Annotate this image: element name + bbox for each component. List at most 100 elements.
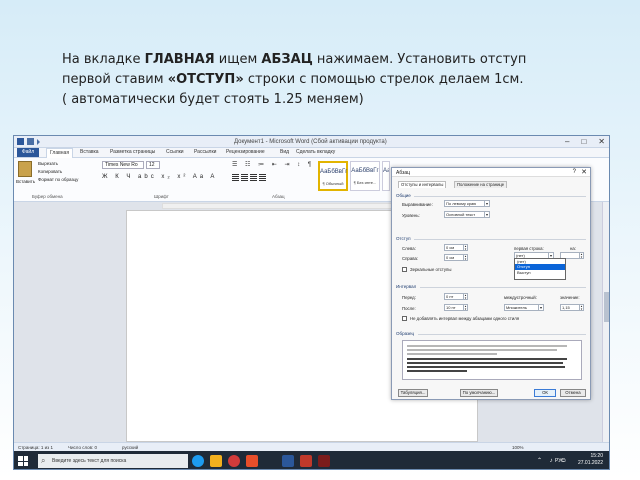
indent-left-label: Слева: [402,246,416,251]
status-zoom[interactable]: 100% [512,445,524,450]
tab-line-page-breaks[interactable]: Положение на странице [454,181,508,188]
spin-arrows-icon[interactable]: ▴ ▾ [579,253,583,258]
font-format-buttons[interactable]: Ж К Ч abc x₂ x² Aa A [102,174,217,180]
dialog-close-button[interactable]: ✕ [581,168,587,176]
cancel-button[interactable]: Отмена [560,389,586,397]
spacing-after-input[interactable]: 10 пт ▴ ▾ [444,304,468,311]
set-default-button[interactable]: По умолчанию... [460,389,498,397]
taskbar-search-input[interactable]: Введите здесь текст для поиска [38,454,188,468]
first-line-on-label: на: [570,246,576,251]
tab-page-layout[interactable]: Разметка страницы [110,149,155,155]
status-page[interactable]: Страница: 1 из 1 [18,445,53,450]
style-sample: АаБ [383,168,389,174]
font-size-select[interactable]: 12 [146,161,160,169]
preview-line [407,370,467,372]
no-space-same-style-label: Не добавлять интервал между абзацами одн… [410,316,520,321]
no-space-same-style-checkbox[interactable] [402,316,407,321]
indent-left-value: 0 см [446,245,455,250]
align-center-icon[interactable] [241,174,248,181]
close-window-button[interactable]: ✕ [598,137,605,146]
divider [414,196,586,197]
tab-references[interactable]: Ссылки [166,149,184,155]
status-language[interactable]: русский [122,445,138,450]
instruction-fragment: ищем [214,52,262,67]
paste-button[interactable]: Вставить [16,179,35,184]
align-justify-icon[interactable] [259,174,266,181]
alignment-select[interactable]: По левому краю ▾ [444,200,490,207]
spin-arrows-icon[interactable]: ▴ ▾ [579,305,583,310]
dialog-title-bar: Абзац ? ✕ [392,168,590,177]
align-right-icon[interactable] [250,174,257,181]
tabs-button[interactable]: Табуляция... [398,389,428,397]
mirror-indents-checkbox[interactable] [402,267,407,272]
indent-left-input[interactable]: 0 см ▴ ▾ [444,244,468,251]
style-normal[interactable]: АаБбВвГг ¶ Обычный [318,161,348,191]
spacing-before-label: Перед: [402,295,416,300]
spacing-after-label: После: [402,306,416,311]
tab-indents-spacing[interactable]: Отступы и интервалы [398,181,447,188]
instruction-fragment: первой ставим [62,72,168,87]
style-name: ¶ Без инте... [353,180,377,185]
instruction-text: На вкладке ГЛАВНАЯ ищем АБЗАЦ нажимаем. … [62,50,622,110]
dropdown-option[interactable]: Выступ [515,270,565,275]
tab-file[interactable]: Файл [17,148,39,157]
align-left-icon[interactable] [232,174,239,181]
spacing-before-value: 0 пт [446,294,454,299]
indent-right-input[interactable]: 0 см ▴ ▾ [444,254,468,261]
indent-section: Отступ [396,236,411,241]
help-icon[interactable]: ? [573,169,576,175]
spin-arrows-icon[interactable]: ▴ ▾ [463,294,467,299]
ok-button[interactable]: ОК [534,389,556,397]
spin-arrows-icon[interactable]: ▴ ▾ [463,255,467,260]
status-bar: Страница: 1 из 1 Число слов: 0 русский 1… [14,442,609,451]
explorer-icon[interactable] [210,455,222,467]
format-painter-button[interactable]: Формат по образцу [38,177,78,182]
tab-insert[interactable]: Вставка [80,149,99,155]
spacing-before-input[interactable]: 0 пт ▴ ▾ [444,293,468,300]
spin-arrows-icon[interactable]: ▴ ▾ [463,305,467,310]
yandex-icon[interactable] [228,455,240,467]
cut-button[interactable]: Вырезать [38,161,58,166]
status-words[interactable]: Число слов: 0 [68,445,97,450]
tab-view[interactable]: Вид [280,149,289,155]
maximize-button[interactable]: □ [581,137,586,146]
tab-custom[interactable]: Сделать вкладку [296,149,335,155]
paragraph-dialog: Абзац ? ✕ Отступы и интервалы Положение … [391,167,591,400]
edge-icon[interactable] [192,455,204,467]
undo-icon[interactable] [37,138,40,145]
style-sample: АаБбВвГг [351,168,379,174]
first-line-dropdown-list[interactable]: (нет) Отступ Выступ [514,258,566,280]
alignment-value: По левому краю [446,201,477,206]
chevron-down-icon: ▾ [538,305,542,310]
outline-level-select[interactable]: Основной текст ▾ [444,211,490,218]
alignment-buttons[interactable] [232,174,266,181]
tray-clock[interactable]: 15:20 27.01.2022 [578,453,603,467]
save-icon[interactable] [27,138,34,145]
vertical-scrollbar[interactable] [602,202,609,442]
line-spacing-at-input[interactable]: 1,15 ▴ ▾ [560,304,584,311]
mail-icon[interactable] [246,455,258,467]
copy-button[interactable]: Копировать [38,169,62,174]
style-heading[interactable]: АаБ [382,161,390,191]
list-buttons[interactable]: ☰ ☷ ≔ ⇤ ⇥ ↕ ¶ [232,161,314,168]
style-no-spacing[interactable]: АаБбВвГг ¶ Без инте... [350,161,380,191]
app-icon[interactable] [318,455,330,467]
spin-arrows-icon[interactable]: ▴ ▾ [463,245,467,250]
title-bar: Документ1 - Microsoft Word (Сбой активац… [14,136,609,148]
tab-mailings[interactable]: Рассылки [194,149,216,155]
level-value: Основной текст [446,212,476,217]
tab-review[interactable]: Рецензирование [226,149,265,155]
tray-language[interactable]: РУС [555,458,565,464]
windows-start-icon[interactable] [18,456,28,466]
font-name-select[interactable]: Times New Ro [102,161,144,169]
tab-home[interactable]: Главная [46,148,74,158]
line-spacing-label: междустрочный: [504,295,537,300]
line-spacing-at-value: 1,15 [562,305,570,310]
paste-icon[interactable] [18,161,32,177]
word-taskbar-icon[interactable] [282,455,294,467]
scrollbar-thumb[interactable] [604,292,609,322]
minimize-button[interactable]: – [565,137,569,146]
photos-icon[interactable] [300,455,312,467]
line-spacing-select[interactable]: Множитель ▾ [504,304,544,311]
instruction-emphasis-home: ГЛАВНАЯ [144,52,215,67]
